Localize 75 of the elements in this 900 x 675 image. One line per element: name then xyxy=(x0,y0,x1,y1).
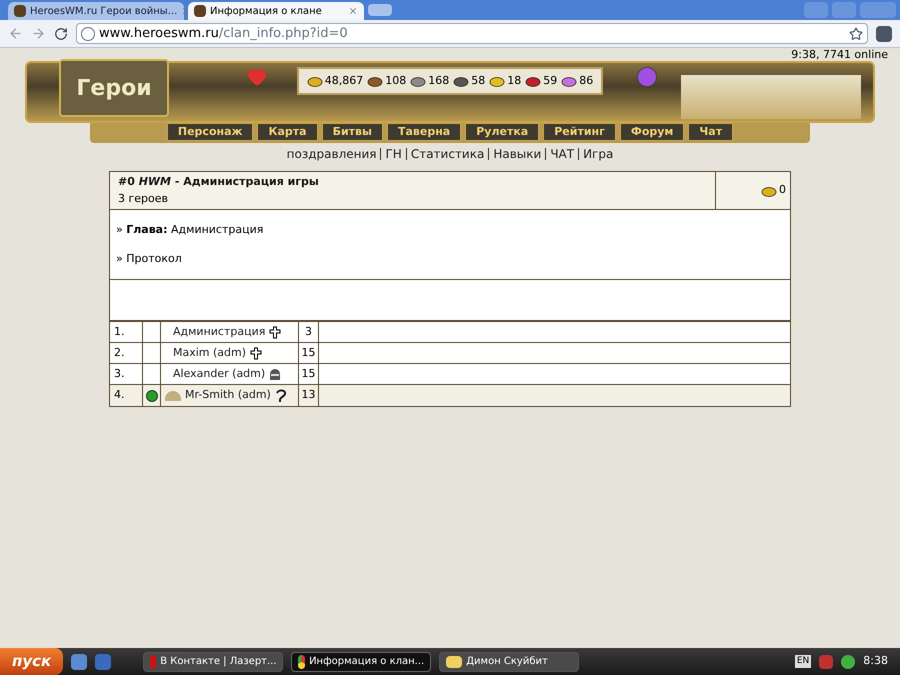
helmet-icon xyxy=(269,367,282,381)
close-icon[interactable] xyxy=(348,6,358,16)
row-number: 3. xyxy=(110,364,143,384)
row-number: 1. xyxy=(110,322,143,342)
nav-button[interactable]: Чат xyxy=(688,123,734,141)
hook-icon xyxy=(274,388,287,402)
start-button[interactable]: пуск xyxy=(0,648,64,675)
member-name[interactable]: Maxim (adm) xyxy=(173,344,246,362)
flask-icon xyxy=(453,75,470,87)
sulfur-icon xyxy=(489,75,506,87)
resource-count: 168 xyxy=(428,72,450,89)
sub-link[interactable]: поздравления xyxy=(286,145,376,163)
nav-button[interactable]: Рулетка xyxy=(465,123,540,141)
taskbar-window[interactable]: В Контакте | Лазерт... xyxy=(143,652,284,672)
ore-icon xyxy=(410,75,426,87)
coin-pile-icon xyxy=(761,184,777,196)
resource-count: 58 xyxy=(471,72,486,89)
browser-tab[interactable]: Информация о клане xyxy=(188,2,364,20)
sub-link[interactable]: Навыки xyxy=(493,145,542,163)
clan-treasury: 0 xyxy=(779,182,786,198)
sub-link[interactable]: ЧАТ xyxy=(550,145,574,163)
resource-count: 108 xyxy=(385,72,406,89)
resource-count: 18 xyxy=(507,72,522,89)
member-level: 3 xyxy=(299,322,319,342)
clan-info-line: » Глава: Администрация xyxy=(116,222,264,238)
nav-button[interactable]: Персонаж xyxy=(166,123,254,141)
nav-button[interactable]: Рейтинг xyxy=(543,123,616,141)
sub-link[interactable]: Игра xyxy=(583,145,614,163)
nav-button[interactable]: Таверна xyxy=(386,123,462,141)
forward-icon[interactable] xyxy=(31,26,46,41)
url-text: www.heroeswm.ru/clan_info.php?id=0 xyxy=(99,24,348,43)
nav-button[interactable]: Битвы xyxy=(322,123,383,141)
member-name[interactable]: Администрация xyxy=(173,324,266,340)
member-level: 15 xyxy=(299,364,319,384)
online-status: 9:38, 7741 online xyxy=(791,48,888,61)
back-icon[interactable] xyxy=(8,26,23,41)
clan-badge-icon xyxy=(146,390,158,402)
taskbar-window[interactable]: Димон Скуйбит xyxy=(439,652,580,672)
coin-pile-icon xyxy=(306,75,323,87)
nav-button[interactable]: Карта xyxy=(257,123,318,141)
row-number: 4. xyxy=(110,385,143,406)
quick-launch-icon[interactable] xyxy=(71,654,88,670)
crystal-icon xyxy=(525,75,542,87)
resource-count: 59 xyxy=(543,72,558,89)
game-logo: Герои xyxy=(59,59,169,117)
cross-icon xyxy=(269,326,282,338)
cross-icon xyxy=(250,346,262,360)
star-icon[interactable] xyxy=(849,26,863,40)
nav-button[interactable]: Форум xyxy=(620,123,684,141)
reload-icon[interactable] xyxy=(54,26,68,40)
member-name[interactable]: Mr-Smith (adm) xyxy=(185,387,271,404)
member-level: 15 xyxy=(299,343,319,363)
tray-icon[interactable] xyxy=(841,654,856,668)
resource-count: 86 xyxy=(579,72,594,89)
member-name[interactable]: Alexander (adm) xyxy=(173,366,266,382)
tray-icon[interactable] xyxy=(819,654,834,668)
heart-icon xyxy=(247,67,267,87)
potion-icon xyxy=(637,67,657,87)
row-number: 2. xyxy=(110,343,143,363)
log-icon xyxy=(367,75,384,87)
language-indicator[interactable]: EN xyxy=(794,654,812,668)
taskbar-window[interactable]: Информация о клан... xyxy=(291,652,432,672)
clock: 8:38 xyxy=(863,653,889,670)
folder-icon xyxy=(446,656,462,668)
clan-title: #0 HWM - Администрация игры xyxy=(118,174,320,190)
resource-count: 48,867 xyxy=(324,72,364,89)
member-level: 13 xyxy=(299,385,319,406)
globe-icon xyxy=(81,26,95,40)
sub-link[interactable]: Статистика xyxy=(410,145,484,163)
heroes-count: 3 героев xyxy=(118,190,170,206)
gems-icon xyxy=(561,75,578,87)
clan-info-line: » Протокол xyxy=(116,250,183,266)
sub-link[interactable]: ГН xyxy=(385,145,402,163)
quick-launch-icon[interactable] xyxy=(95,654,112,670)
address-field[interactable]: www.heroeswm.ru/clan_info.php?id=0 xyxy=(76,23,868,44)
